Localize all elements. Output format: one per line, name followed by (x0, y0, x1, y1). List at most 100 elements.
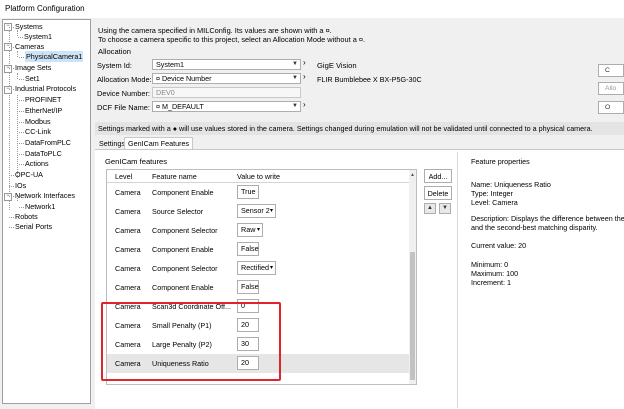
chevron-down-icon: ▾ (256, 227, 260, 233)
property-increment: Increment: 1 (471, 278, 511, 287)
device-number-field[interactable]: DEV0 (152, 87, 301, 98)
tree-item[interactable]: Actions (25, 158, 49, 169)
info-line-2: To choose a camera specific to this proj… (98, 35, 366, 44)
collapse-icon[interactable]: − (4, 86, 12, 94)
property-level: Level: Camera (471, 198, 518, 207)
tree-item[interactable]: Industrial Protocols (15, 83, 76, 94)
scroll-up-icon[interactable]: ▲ (410, 172, 415, 178)
table-row[interactable]: Camera Component Enable True (107, 183, 410, 202)
tree-item[interactable]: DataFromPLC (25, 137, 71, 148)
row-value-field[interactable]: False (237, 280, 259, 294)
allocation-mode-select[interactable]: ¤ Device Number ▼ (152, 73, 301, 84)
table-row[interactable]: Camera Component Enable False (107, 240, 410, 259)
add-button[interactable]: Add... (424, 169, 452, 183)
grid-scrollbar[interactable]: ▲ (409, 170, 416, 384)
row-value-field[interactable]: False (237, 242, 259, 256)
property-type: Type: Integer (471, 189, 513, 198)
row-feature-name: Component Selector (152, 264, 218, 273)
info-line-1: Using the camera specified in MILConfig.… (98, 26, 332, 35)
chevron-right-icon[interactable]: › (303, 100, 306, 109)
device-number-label: Device Number: (97, 89, 150, 98)
row-feature-name: Component Selector (152, 226, 218, 235)
panel-separator (457, 152, 458, 408)
row-level: Camera (115, 245, 141, 254)
row-value-field[interactable]: True (237, 185, 259, 199)
notice-bar: Settings marked with a ● will use values… (95, 122, 624, 135)
table-row[interactable]: Camera Component Selector Raw ▾ (107, 221, 410, 240)
scroll-thumb[interactable] (410, 252, 415, 380)
collapse-icon[interactable]: − (4, 65, 12, 73)
chevron-down-icon: ▼ (292, 103, 298, 109)
tree-item[interactable]: EtherNet/IP (25, 105, 62, 116)
move-up-button[interactable]: ▲ (424, 203, 436, 214)
table-row[interactable]: Camera Component Selector Rectified ▾ (107, 259, 410, 278)
table-row[interactable]: Camera Component Enable False (107, 278, 410, 297)
window-title: Platform Configuration (5, 4, 85, 13)
tree-item[interactable]: CC-Link (25, 126, 51, 137)
column-value: Value to write (237, 172, 281, 181)
row-level: Camera (115, 226, 141, 235)
allocation-group-label: Allocation (98, 47, 131, 56)
camera-model: FLIR Bumblebee X BX-P5G-30C (317, 75, 422, 84)
camera-info: Using the camera specified in MILConfig.… (98, 26, 365, 44)
interface-type: GigE Vision (317, 61, 357, 70)
row-level: Camera (115, 283, 141, 292)
allocation-mode-value: ¤ Device Number (156, 74, 212, 83)
title-bar: Platform Configuration (0, 0, 624, 18)
dcf-file-select[interactable]: ¤ M_DEFAULT ▼ (152, 101, 301, 112)
tree-item[interactable]: Image Sets (15, 62, 51, 73)
property-current-value: Current value: 20 (471, 241, 527, 250)
row-level: Camera (115, 264, 141, 273)
row-value: False (241, 282, 259, 291)
system-id-value: System1 (156, 60, 184, 69)
side-button-1[interactable]: C (598, 64, 624, 77)
collapse-icon[interactable]: − (4, 193, 12, 201)
side-button-3[interactable]: O (598, 101, 624, 114)
row-value: Rectified (241, 263, 269, 272)
column-feature-name: Feature name (152, 172, 197, 181)
grid-header: Level Feature name Value to write (107, 170, 410, 183)
property-description: Description: Displays the difference bet… (471, 214, 624, 223)
navigation-tree[interactable]: − Systems System1− Cameras PhysicalCamera1− I… (2, 19, 91, 404)
row-feature-name: Component Enable (152, 283, 214, 292)
arrow-up-icon: ▲ (427, 205, 433, 211)
row-value-select[interactable]: Raw ▾ (237, 223, 263, 237)
column-level: Level (115, 172, 133, 181)
row-value: False (241, 244, 259, 253)
row-value: Sensor 2 (241, 206, 270, 215)
row-feature-name: Component Enable (152, 245, 214, 254)
row-value: Raw (241, 225, 256, 234)
delete-button[interactable]: Delete (424, 186, 452, 200)
tree-item[interactable]: Serial Ports (15, 221, 52, 232)
chevron-down-icon: ▾ (269, 208, 273, 214)
chevron-right-icon[interactable]: › (303, 72, 306, 81)
chevron-right-icon[interactable]: › (303, 58, 306, 67)
property-name: Name: Uniqueness Ratio (471, 180, 551, 189)
tree-item[interactable]: PROFINET (25, 94, 61, 105)
table-row[interactable]: Camera Source Selector Sensor 2 ▾ (107, 202, 410, 221)
property-maximum: Maximum: 100 (471, 269, 519, 278)
dcf-file-value: ¤ M_DEFAULT (156, 102, 204, 111)
tree-item[interactable]: OPC-UA (15, 169, 43, 180)
row-level: Camera (115, 207, 141, 216)
chevron-down-icon: ▼ (292, 61, 298, 67)
move-down-button[interactable]: ▼ (439, 203, 451, 214)
row-level: Camera (115, 188, 141, 197)
system-id-label: System Id: (97, 61, 132, 70)
row-value-select[interactable]: Rectified ▾ (237, 261, 276, 275)
allocation-mode-label: Allocation Mode: (97, 75, 152, 84)
row-value-select[interactable]: Sensor 2 ▾ (237, 204, 276, 218)
system-id-select[interactable]: System1 ▼ (152, 59, 301, 70)
chevron-down-icon: ▾ (269, 265, 273, 271)
properties-title: Feature properties (471, 157, 530, 166)
chevron-down-icon: ▼ (292, 75, 298, 81)
property-minimum: Minimum: 0 (471, 260, 509, 269)
tree-item[interactable]: PhysicalCamera1 (25, 51, 84, 62)
side-button-2[interactable]: Allo (598, 82, 624, 95)
genicam-group-label: GenICam features (105, 157, 168, 166)
row-feature-name: Component Enable (152, 188, 214, 197)
arrow-down-icon: ▼ (442, 205, 448, 211)
row-value: True (241, 187, 256, 196)
dcf-file-label: DCF File Name: (97, 103, 150, 112)
tree-item[interactable]: Network Interfaces (15, 190, 75, 201)
